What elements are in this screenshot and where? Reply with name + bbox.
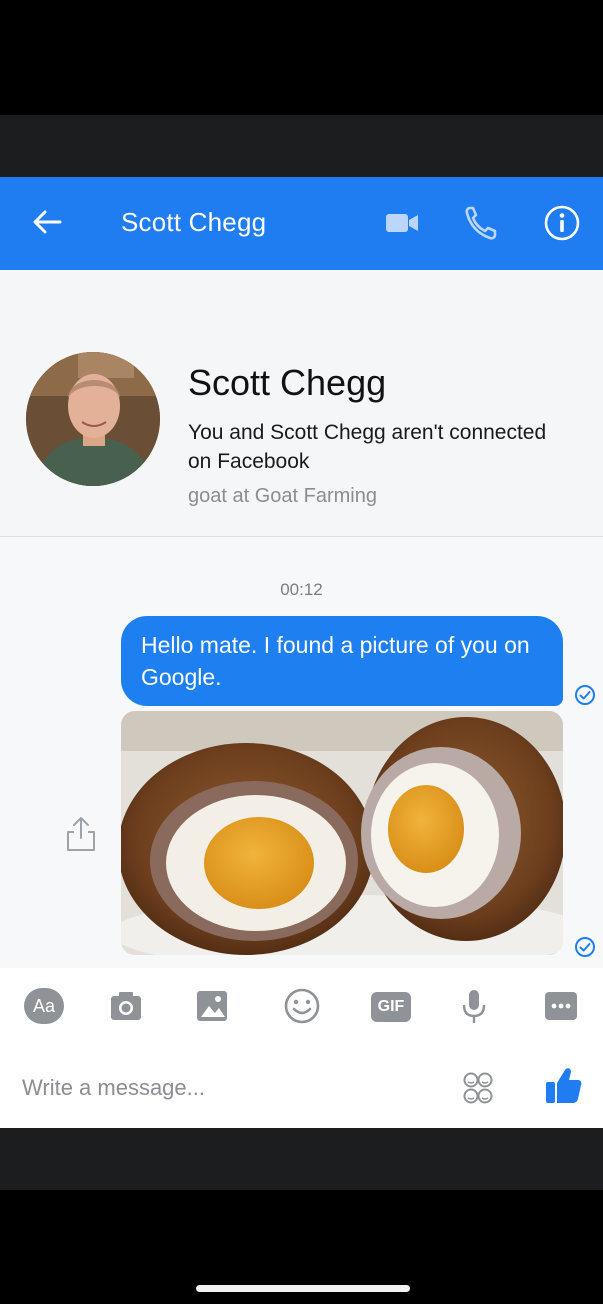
video-call-icon[interactable] [384,210,420,236]
gif-button[interactable]: GIF [371,992,411,1022]
profile-work: goat at Goat Farming [188,485,377,507]
message-input[interactable] [22,1072,422,1104]
camera-icon[interactable] [106,986,146,1026]
stickers-icon[interactable] [462,1070,494,1106]
header-title[interactable]: Scott Chegg [121,207,266,238]
share-icon[interactable] [64,814,98,854]
gallery-icon[interactable] [192,986,232,1026]
info-icon[interactable] [543,204,581,242]
message-thread[interactable]: Scott Chegg You and Scott Chegg aren't c… [0,270,603,968]
home-indicator[interactable] [196,1285,410,1292]
like-icon[interactable] [543,1064,583,1106]
seen-check-icon [575,685,595,705]
connection-status: You and Scott Chegg aren't connected on … [188,421,547,473]
profile-name: Scott Chegg [188,362,387,403]
avatar[interactable] [26,352,160,486]
message-timestamp: 00:12 [280,580,323,599]
conversation-header: Scott Chegg [0,177,603,270]
top-black-bar [0,0,603,115]
emoji-icon[interactable] [282,986,322,1026]
seen-check-icon [575,937,595,957]
sent-message-bubble[interactable]: Hello mate. I found a picture of you on … [121,616,563,706]
message-composer: Aa GIF [0,968,603,1128]
text-format-button[interactable]: Aa [24,988,64,1024]
sent-photo[interactable] [121,711,563,955]
phone-icon[interactable] [464,205,498,241]
back-arrow-icon[interactable] [30,205,64,239]
status-strip [0,115,603,177]
more-icon[interactable] [541,986,581,1026]
bottom-strip [0,1128,603,1190]
microphone-icon[interactable] [454,986,494,1026]
profile-card: Scott Chegg You and Scott Chegg aren't c… [0,270,603,537]
